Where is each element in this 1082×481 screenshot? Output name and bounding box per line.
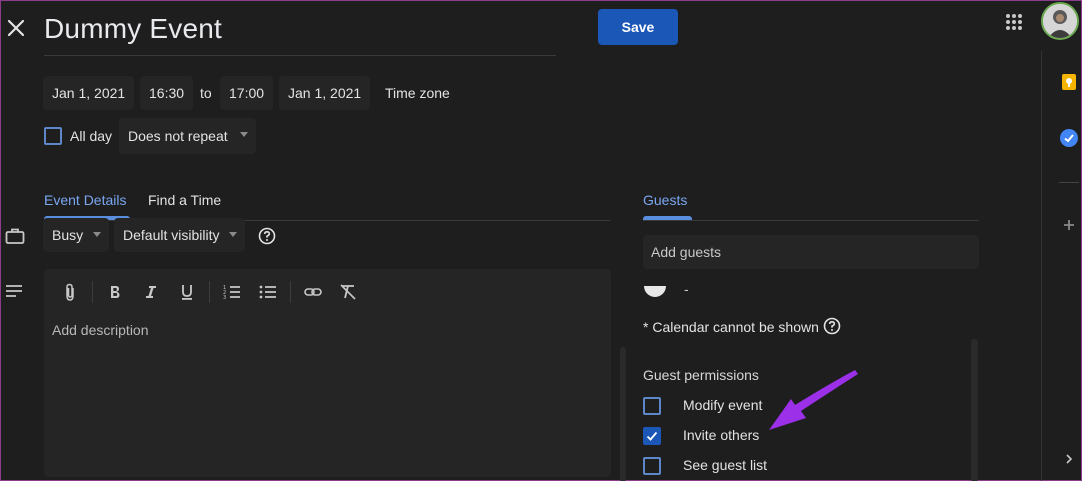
scrollbar[interactable] <box>971 339 978 481</box>
guest-avatar <box>644 286 666 297</box>
avatar[interactable] <box>1041 2 1079 40</box>
tab-guests[interactable]: Guests <box>643 192 687 208</box>
dropdown-caret-icon <box>93 232 102 237</box>
description-icon <box>6 285 22 297</box>
chevron-right-icon[interactable] <box>1063 453 1075 465</box>
see-guest-list-label: See guest list <box>683 457 768 473</box>
tab-find-a-time[interactable]: Find a Time <box>148 192 221 208</box>
clear-formatting-icon[interactable] <box>339 283 357 301</box>
description-placeholder: Add description <box>52 322 149 338</box>
help-icon[interactable] <box>823 317 841 335</box>
help-icon[interactable] <box>258 227 276 245</box>
underline-icon[interactable] <box>178 283 196 301</box>
numbered-list-icon[interactable]: 123 <box>223 283 241 301</box>
tasks-icon[interactable] <box>1060 129 1078 147</box>
calendar-note: * Calendar cannot be shown <box>643 319 819 335</box>
toolbar-separator <box>209 281 210 303</box>
side-divider <box>1059 182 1079 183</box>
description-editor[interactable]: 123 <box>44 269 611 477</box>
tab-event-details[interactable]: Event Details <box>44 192 126 208</box>
to-label: to <box>200 85 212 101</box>
add-addon-icon[interactable] <box>1061 217 1077 233</box>
toolbar-separator <box>290 281 291 303</box>
link-icon[interactable] <box>304 283 322 301</box>
availability-value: Busy <box>52 227 84 243</box>
event-title-input[interactable]: Dummy Event <box>44 13 222 45</box>
italic-icon[interactable] <box>142 283 160 301</box>
visibility-value: Default visibility <box>123 227 220 243</box>
start-date-field[interactable]: Jan 1, 2021 <box>43 76 135 110</box>
attach-icon[interactable] <box>61 283 79 301</box>
briefcase-icon <box>5 227 25 245</box>
toolbar-separator <box>92 281 93 303</box>
keep-icon[interactable] <box>1061 74 1077 90</box>
close-icon[interactable] <box>5 17 27 39</box>
title-underline <box>44 55 556 56</box>
bulleted-list-icon[interactable] <box>259 283 277 301</box>
start-time-field[interactable]: 16:30 <box>140 76 194 110</box>
side-panel <box>1041 51 1082 481</box>
invite-others-checkbox[interactable] <box>643 427 661 445</box>
end-date-field[interactable]: Jan 1, 2021 <box>279 76 371 110</box>
guest-name: - <box>684 281 689 297</box>
all-day-checkbox[interactable] <box>44 127 62 145</box>
svg-text:3: 3 <box>223 295 226 301</box>
scrollbar[interactable] <box>620 347 626 481</box>
dropdown-caret-icon <box>229 232 238 237</box>
apps-grid-icon[interactable] <box>1005 13 1023 31</box>
add-guests-input[interactable]: Add guests <box>643 235 979 269</box>
guests-divider <box>643 220 979 221</box>
bold-icon[interactable] <box>106 283 124 301</box>
annotation-arrow-icon <box>741 366 871 446</box>
timezone-link[interactable]: Time zone <box>385 85 450 101</box>
dropdown-caret-icon <box>239 132 248 137</box>
repeat-value: Does not repeat <box>128 128 228 144</box>
all-day-label: All day <box>70 128 113 144</box>
availability-select[interactable]: Busy <box>43 218 110 252</box>
repeat-select[interactable]: Does not repeat <box>119 118 256 154</box>
see-guest-list-checkbox[interactable] <box>643 457 661 475</box>
save-button[interactable]: Save <box>598 9 678 45</box>
modify-event-checkbox[interactable] <box>643 397 661 415</box>
visibility-select[interactable]: Default visibility <box>114 218 246 252</box>
end-time-field[interactable]: 17:00 <box>220 76 274 110</box>
